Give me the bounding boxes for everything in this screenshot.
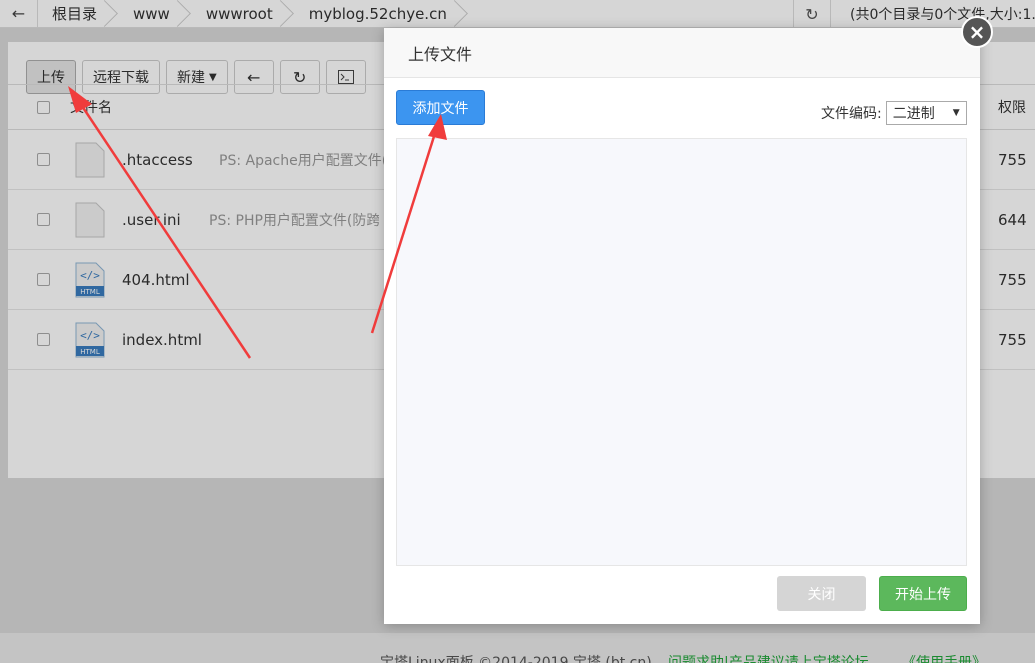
close-button[interactable]: 关闭 (777, 576, 866, 611)
encoding-label: 文件编码: (821, 106, 882, 122)
close-icon[interactable]: × (961, 16, 993, 48)
dialog-title: 上传文件 (384, 28, 980, 78)
encoding-control: 文件编码: 二进制 ▼ (821, 101, 967, 125)
file-drop-area[interactable] (396, 138, 967, 566)
add-file-button[interactable]: 添加文件 (396, 90, 485, 125)
upload-dialog: 上传文件 × 添加文件 文件编码: 二进制 ▼ 关闭 开始上传 (384, 16, 993, 624)
encoding-select[interactable]: 二进制 ▼ (885, 101, 967, 125)
encoding-value: 二进制 (892, 106, 935, 122)
start-upload-button[interactable]: 开始上传 (879, 576, 967, 611)
select-caret-icon: ▼ (952, 108, 960, 118)
